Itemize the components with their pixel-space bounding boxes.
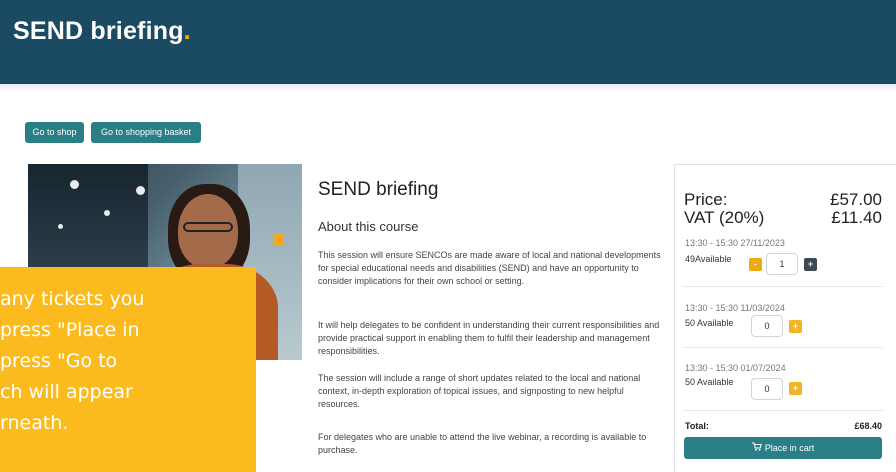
vat-value: £11.40 (831, 208, 882, 227)
site-header: SEND briefing. (0, 0, 896, 84)
price-value: £57.00 (830, 190, 882, 209)
session-divider (683, 410, 883, 411)
session-availability: 50 Available (685, 318, 734, 328)
quantity-field[interactable]: 0 (751, 378, 783, 400)
decrease-quantity-button[interactable]: - (749, 258, 762, 271)
increase-quantity-button[interactable]: + (789, 320, 802, 333)
overlay-line: ch will appear (0, 381, 133, 403)
total-value: £68.40 (854, 421, 882, 431)
session-date: 13:30 - 15:30 11/03/2024 (685, 303, 785, 313)
session-date: 13:30 - 15:30 27/11/2023 (685, 238, 785, 248)
overlay-line: rneath. (0, 412, 69, 434)
about-heading: About this course (318, 219, 419, 234)
increase-quantity-button[interactable]: + (804, 258, 817, 271)
session-availability: 49Available (685, 254, 732, 264)
price-label: Price: (684, 190, 728, 209)
quantity-field[interactable]: 0 (751, 315, 783, 337)
overlay-line: any tickets you (0, 288, 145, 310)
course-paragraph: For delegates who are unable to attend t… (318, 432, 647, 456)
header-shadow (0, 84, 896, 92)
tutorial-overlay: any tickets you press "Place in press "G… (0, 267, 256, 472)
course-paragraph: The session will include a range of shor… (318, 373, 641, 410)
session-divider (683, 286, 883, 287)
vat-label: VAT (20%) (684, 208, 765, 227)
total-label: Total: (685, 421, 709, 431)
overlay-line: press "Go to (0, 350, 118, 372)
session-date: 13:30 - 15:30 01/07/2024 (685, 363, 786, 373)
course-paragraph: It will help delegates to be confident i… (318, 320, 660, 357)
course-paragraph: This session will ensure SENCOs are made… (318, 250, 661, 287)
session-availability: 50 Available (685, 377, 734, 387)
course-title: SEND briefing (318, 179, 439, 200)
quantity-field[interactable]: 1 (766, 253, 798, 275)
go-to-basket-button[interactable]: Go to shopping basket (91, 122, 201, 143)
place-in-cart-button[interactable]: Place in cart (684, 437, 882, 459)
cart-icon (751, 437, 762, 459)
increase-quantity-button[interactable]: + (789, 382, 802, 395)
overlay-line: press "Place in (0, 319, 140, 341)
site-logo[interactable]: SEND briefing. (13, 17, 191, 46)
session-divider (683, 347, 883, 348)
go-to-shop-button[interactable]: Go to shop (25, 122, 84, 143)
cart-button-label: Place in cart (764, 443, 815, 453)
